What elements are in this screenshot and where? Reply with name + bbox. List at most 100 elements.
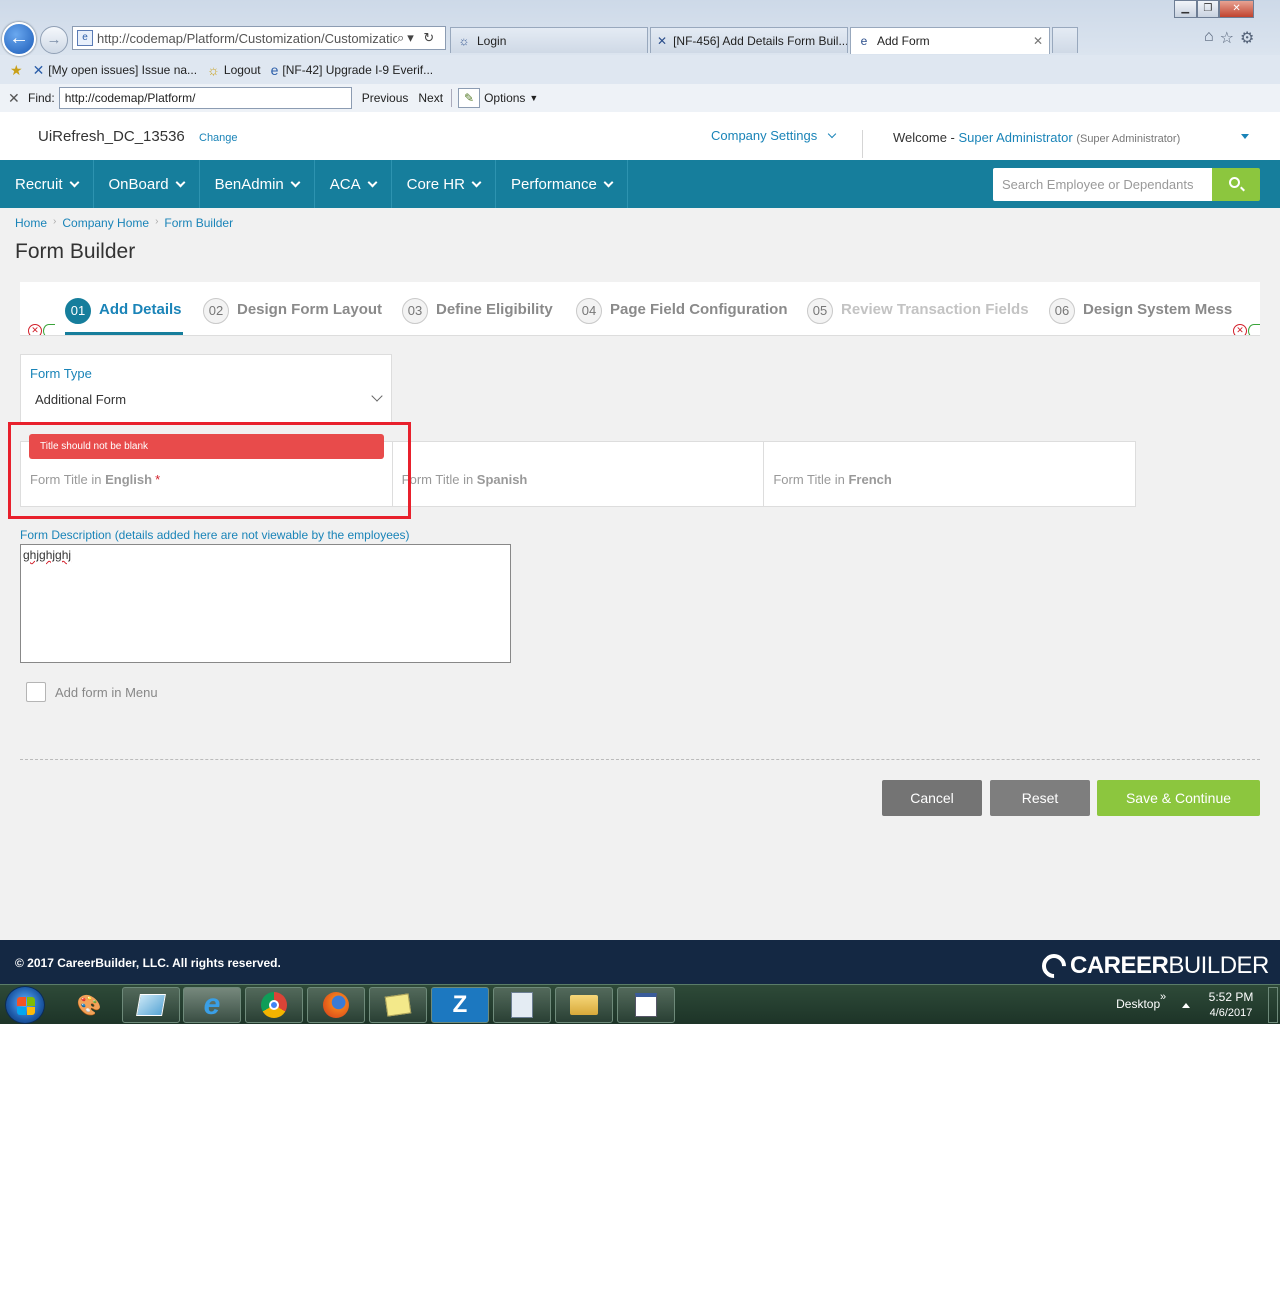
restore-icon[interactable]: ❐	[1196, 0, 1220, 18]
nav-performance[interactable]: Performance	[496, 160, 628, 208]
settings-gear-icon[interactable]: ⚙	[1240, 28, 1254, 48]
taskbar-sticky-notes[interactable]	[369, 987, 427, 1023]
jira-icon: ✕	[657, 33, 668, 48]
home-icon[interactable]: ⌂	[1204, 28, 1214, 48]
tray-show-hidden-icon[interactable]	[1182, 1003, 1190, 1008]
step-design-system-messages[interactable]: 06 Design System Mess	[1049, 294, 1232, 324]
window-close-icon[interactable]: ✕	[1219, 0, 1255, 18]
reset-button[interactable]: Reset	[990, 780, 1090, 816]
employee-search-input[interactable]	[993, 168, 1213, 201]
page-title: Form Builder	[15, 240, 136, 263]
step-define-eligibility[interactable]: 03 Define Eligibility	[402, 294, 553, 324]
step-label: Design Form Layout	[237, 300, 383, 318]
find-options-button[interactable]: ✎ Options ▼	[458, 88, 538, 108]
placeholder-prefix: Form Title in	[773, 472, 849, 487]
cancel-button[interactable]: Cancel	[882, 780, 982, 816]
form-description-textarea[interactable]: ghjghjghj	[20, 544, 511, 663]
step-add-details[interactable]: 01 Add Details	[65, 294, 182, 324]
step-design-form-layout[interactable]: 02 Design Form Layout	[203, 294, 382, 324]
taskbar-window[interactable]	[617, 987, 675, 1023]
careerbuilder-mark-icon	[1037, 949, 1071, 983]
ie-page-icon: e	[270, 62, 279, 78]
breadcrumb-home[interactable]: Home	[15, 216, 47, 230]
error-x-icon: ✕	[1233, 324, 1247, 335]
step-page-field-configuration[interactable]: 04 Page Field Configuration	[576, 294, 788, 324]
address-bar[interactable]: e http://codemap/Platform/Customization/…	[72, 26, 446, 50]
welcome-label: Welcome -	[893, 130, 955, 145]
tray-desktop-toolbar[interactable]: »Desktop	[1110, 991, 1166, 1011]
taskbar-z-app[interactable]: Z	[431, 987, 489, 1023]
minimize-icon[interactable]: ▁	[1174, 0, 1197, 18]
scroll-right-control[interactable]: ✕	[1233, 324, 1260, 335]
breadcrumb-separator: ›	[155, 216, 159, 227]
change-company-link[interactable]: Change	[199, 132, 238, 144]
find-next-button[interactable]: Next	[418, 91, 443, 105]
step-label: Page Field Configuration	[610, 300, 788, 318]
taskbar-paint[interactable]: 🎨	[60, 987, 118, 1023]
save-continue-button[interactable]: Save & Continue	[1097, 780, 1260, 816]
browser-tab-nf456[interactable]: ✕ [NF-456] Add Details Form Buil...	[650, 27, 848, 53]
address-url[interactable]: http://codemap/Platform/Customization/Cu…	[97, 31, 397, 46]
taskbar-file-explorer[interactable]	[555, 987, 613, 1023]
breadcrumb-form-builder[interactable]: Form Builder	[164, 216, 233, 230]
form-type-select[interactable]: Form Type Additional Form	[20, 354, 392, 424]
start-button[interactable]	[5, 986, 45, 1024]
address-tools-icon[interactable]: ⌕▾ ↻	[397, 30, 445, 46]
nav-label: BenAdmin	[214, 175, 284, 193]
add-form-in-menu-checkbox[interactable]	[26, 682, 46, 702]
breadcrumb-separator: ›	[53, 216, 57, 227]
find-previous-button[interactable]: Previous	[362, 91, 409, 105]
welcome-text: Welcome - Super Administrator (Super Adm…	[893, 130, 1180, 145]
search-icon	[1229, 177, 1240, 188]
tab-close-icon[interactable]: ✕	[1025, 34, 1043, 48]
title-error-tooltip: Title should not be blank	[29, 434, 384, 459]
browser-tab-login[interactable]: ☼ Login	[450, 27, 648, 53]
taskbar-chrome[interactable]	[245, 987, 303, 1023]
favorite-my-open-issues[interactable]: ✕ [My open issues] Issue na...	[33, 62, 197, 79]
nav-label: ACA	[329, 175, 361, 193]
nav-onboard[interactable]: OnBoard	[94, 160, 200, 208]
chevron-down-icon	[371, 390, 383, 402]
back-button[interactable]: ←	[2, 22, 36, 56]
nav-recruit[interactable]: Recruit	[0, 160, 94, 208]
taskbar-internet-explorer[interactable]: e	[183, 987, 241, 1023]
favorites-star-icon[interactable]: ☆	[1220, 28, 1234, 48]
form-title-spanish-input[interactable]: Form Title in Spanish	[393, 442, 765, 506]
browser-chrome: ← → e http://codemap/Platform/Customizat…	[0, 0, 1280, 112]
nav-core-hr[interactable]: Core HR	[392, 160, 496, 208]
taskbar-clipboard[interactable]	[493, 987, 551, 1023]
section-divider	[20, 759, 1260, 760]
user-menu-caret-icon[interactable]	[1241, 134, 1249, 139]
taskbar-notepad[interactable]	[122, 987, 180, 1023]
nav-aca[interactable]: ACA	[315, 160, 392, 208]
clock-date[interactable]: 4/6/2017	[1206, 1007, 1256, 1019]
forward-button[interactable]: →	[40, 26, 68, 54]
company-settings-menu[interactable]: Company Settings	[711, 128, 837, 143]
browser-tab-add-form[interactable]: e Add Form ✕	[850, 27, 1050, 54]
new-tab-button[interactable]	[1052, 27, 1078, 53]
scroll-left-control[interactable]: ✕	[28, 324, 55, 335]
clock-time[interactable]: 5:52 PM	[1206, 990, 1256, 1004]
find-input[interactable]	[58, 87, 352, 109]
breadcrumb-company-home[interactable]: Company Home	[62, 216, 149, 230]
error-x-icon: ✕	[28, 324, 42, 335]
step-review-transaction-fields[interactable]: 05 Review Transaction Fields	[807, 294, 1029, 324]
taskbar-firefox[interactable]	[307, 987, 365, 1023]
user-name-link[interactable]: Super Administrator	[959, 130, 1073, 145]
tab-label: [NF-456] Add Details Form Buil...	[673, 33, 848, 48]
ie-icon: e	[203, 988, 221, 1021]
careerbuilder-logo: CAREER BUILDER	[1037, 949, 1269, 983]
copyright-text: © 2017 CareerBuilder, LLC. All rights re…	[15, 956, 281, 970]
favorite-nf42[interactable]: e [NF-42] Upgrade I-9 Everif...	[271, 62, 434, 78]
search-button[interactable]	[1212, 168, 1260, 201]
favorites-add-icon[interactable]: ★	[10, 62, 23, 79]
nav-label: Recruit	[15, 175, 63, 193]
show-desktop-button[interactable]	[1268, 987, 1278, 1023]
form-title-french-input[interactable]: Form Title in French	[764, 442, 1135, 506]
find-close-icon[interactable]: ✕	[8, 90, 22, 107]
nav-benadmin[interactable]: BenAdmin	[200, 160, 315, 208]
chevron-down-icon	[69, 177, 79, 187]
favorite-logout[interactable]: ☼ Logout	[207, 62, 261, 78]
header-divider	[862, 130, 863, 158]
z-app-icon: Z	[452, 991, 468, 1018]
